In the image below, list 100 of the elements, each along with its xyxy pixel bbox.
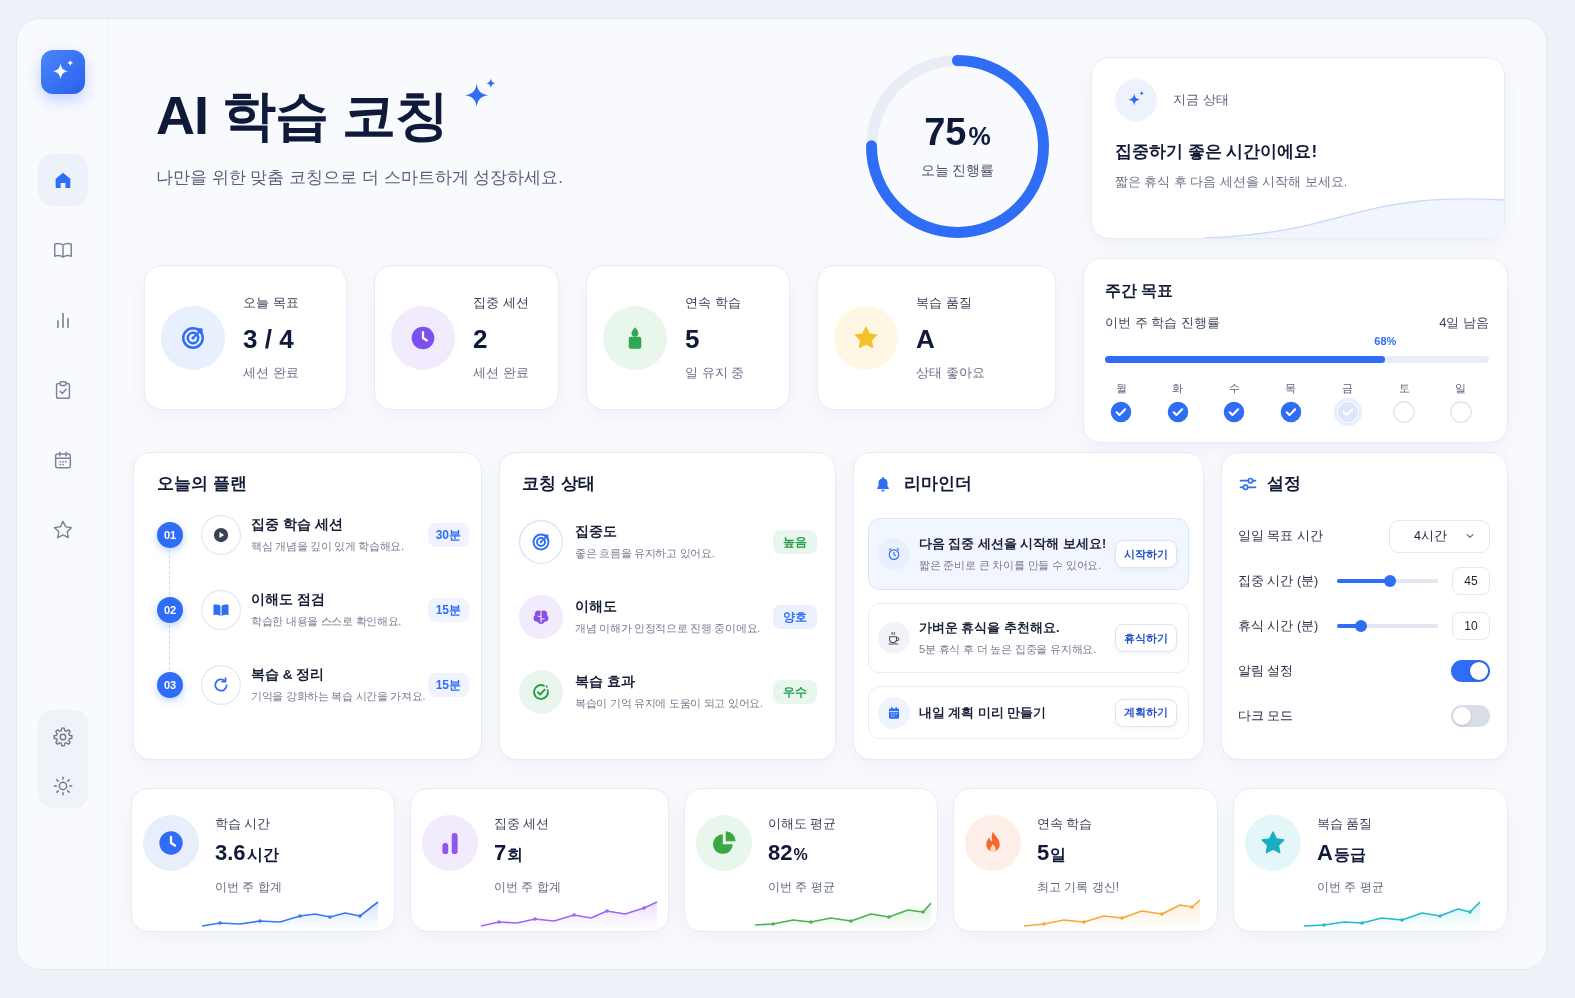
day-label: 토 <box>1398 381 1410 395</box>
setting-label: 다크 모드 <box>1238 707 1295 725</box>
toggle-switch[interactable] <box>1451 660 1490 682</box>
status-label: 지금 상태 <box>1173 91 1229 109</box>
pie-chart-icon <box>696 815 752 871</box>
setting-label: 알림 설정 <box>1238 662 1295 680</box>
plan-item-title: 집중 학습 세션 <box>251 516 344 534</box>
progress-caption: 이번 주 학습 진행률 <box>1105 314 1220 332</box>
star-icon <box>51 519 74 541</box>
sparkle-logo-icon <box>40 50 85 94</box>
stat-label: 복습 품질 <box>916 293 973 312</box>
setting-label: 일일 목표 시간 <box>1238 527 1324 545</box>
plan-item-title: 복습 & 정리 <box>251 666 326 684</box>
status-text: 짧은 휴식 후 다음 세션을 시작해 보세요. <box>1115 174 1349 191</box>
metric-value: 82 <box>768 839 793 867</box>
day-label: 화 <box>1172 381 1184 395</box>
bar-chart-icon <box>422 815 478 871</box>
metric-unit: 일 <box>1050 845 1067 865</box>
metric-value: 7 <box>494 839 507 867</box>
metric-caption: 이번 주 평균 <box>768 879 836 896</box>
card-title: 리마인더 <box>904 473 972 495</box>
candle-icon <box>603 305 667 370</box>
status-tag: 우수 <box>773 680 817 704</box>
timeline-connector <box>169 625 170 670</box>
coaching-item-title: 복습 효과 <box>575 673 636 691</box>
target-icon <box>519 520 563 564</box>
setting-label: 집중 시간 (분) <box>1238 572 1320 590</box>
progress-percent: 68% <box>1374 334 1397 348</box>
page-title: AI 학습 코칭 <box>156 84 448 147</box>
book-icon <box>201 590 241 630</box>
plan-item-title: 이해도 점검 <box>251 591 326 609</box>
duration-tag: 15분 <box>427 673 469 697</box>
metric-caption: 이번 주 평균 <box>1317 879 1385 896</box>
slider-handle[interactable] <box>1355 620 1368 632</box>
coaching-item-text: 복습이 기억 유지에 도움이 되고 있어요. <box>575 696 764 711</box>
status-tag: 높음 <box>773 530 817 554</box>
metric-caption: 이번 주 합계 <box>494 879 562 896</box>
nav-button[interactable] <box>37 154 88 206</box>
sun-icon[interactable] <box>51 775 74 797</box>
metric-caption: 최고 기록 갱신! <box>1037 879 1120 896</box>
toggle-switch[interactable] <box>1451 705 1490 727</box>
stat-caption: 일 유지 중 <box>685 363 745 382</box>
dropdown[interactable]: 4시간 <box>1389 519 1490 553</box>
progress-unit: % <box>968 121 991 151</box>
reminder-title: 다음 집중 세션을 시작해 보세요! <box>919 536 1106 553</box>
day-label: 월 <box>1115 381 1127 395</box>
reminder-text: 5분 휴식 후 더 높은 집중을 유지해요. <box>919 642 1098 657</box>
timeline-connector <box>169 550 170 595</box>
check-circle-icon <box>519 670 563 714</box>
step-number: 03 <box>157 672 183 698</box>
slider-handle[interactable] <box>1383 575 1396 587</box>
stat-value: 5 <box>685 322 701 356</box>
clock-icon <box>143 815 199 871</box>
coaching-item-title: 집중도 <box>575 523 618 541</box>
progress-label: 오늘 진행률 <box>920 160 995 180</box>
metric-unit: 등급 <box>1333 845 1366 865</box>
card-title: 오늘의 플랜 <box>157 473 248 495</box>
card-title: 코칭 상태 <box>521 473 596 495</box>
reminder-title: 가벼운 휴식을 추천해요. <box>919 620 1061 637</box>
coaching-item-text: 개념 이해가 안정적으로 진행 중이에요. <box>575 621 761 636</box>
remaining-days: 4일 남음 <box>1439 313 1489 333</box>
calendar-icon <box>878 696 910 729</box>
metric-value: A <box>1317 839 1333 867</box>
brain-icon <box>519 595 563 639</box>
action-button[interactable]: 계획하기 <box>1115 698 1177 727</box>
action-button[interactable]: 휴식하기 <box>1115 624 1177 652</box>
number-field[interactable]: 45 <box>1452 567 1490 595</box>
number-field[interactable]: 10 <box>1452 612 1490 640</box>
stat-value: 3 / 4 <box>243 322 295 356</box>
stat-label: 연속 학습 <box>685 293 742 312</box>
day-label: 수 <box>1228 381 1240 395</box>
metric-unit: 시간 <box>246 845 279 865</box>
metric-label: 이해도 평균 <box>768 816 838 833</box>
cup-icon <box>878 622 910 654</box>
coaching-item-title: 이해도 <box>575 598 618 616</box>
sparkle-icon <box>1115 79 1157 121</box>
metric-label: 복습 품질 <box>1317 816 1374 833</box>
action-button[interactable]: 시작하기 <box>1115 540 1177 568</box>
status-tag: 양호 <box>773 605 817 629</box>
step-number: 01 <box>157 522 183 548</box>
day-label: 금 <box>1342 381 1354 395</box>
stat-caption: 상태 좋아요 <box>916 363 985 382</box>
metric-label: 학습 시간 <box>215 816 272 833</box>
duration-tag: 30분 <box>427 523 469 547</box>
duration-tag: 15분 <box>427 598 469 622</box>
bell-icon <box>874 475 892 493</box>
metric-caption: 이번 주 합계 <box>215 879 283 896</box>
stat-value: A <box>916 322 936 356</box>
metric-unit: 회 <box>507 845 524 865</box>
metric-unit: % <box>793 845 808 865</box>
flame-icon <box>965 815 1021 871</box>
settings-icon[interactable] <box>51 726 74 748</box>
stat-caption: 세션 완료 <box>243 363 299 382</box>
target-icon <box>161 305 225 370</box>
stat-label: 집중 세션 <box>473 293 529 312</box>
day-label: 목 <box>1285 381 1297 395</box>
stat-value: 2 <box>473 322 489 356</box>
metric-value: 3.6 <box>215 839 246 867</box>
alarm-clock-icon <box>878 538 910 570</box>
clock-icon <box>391 305 455 370</box>
